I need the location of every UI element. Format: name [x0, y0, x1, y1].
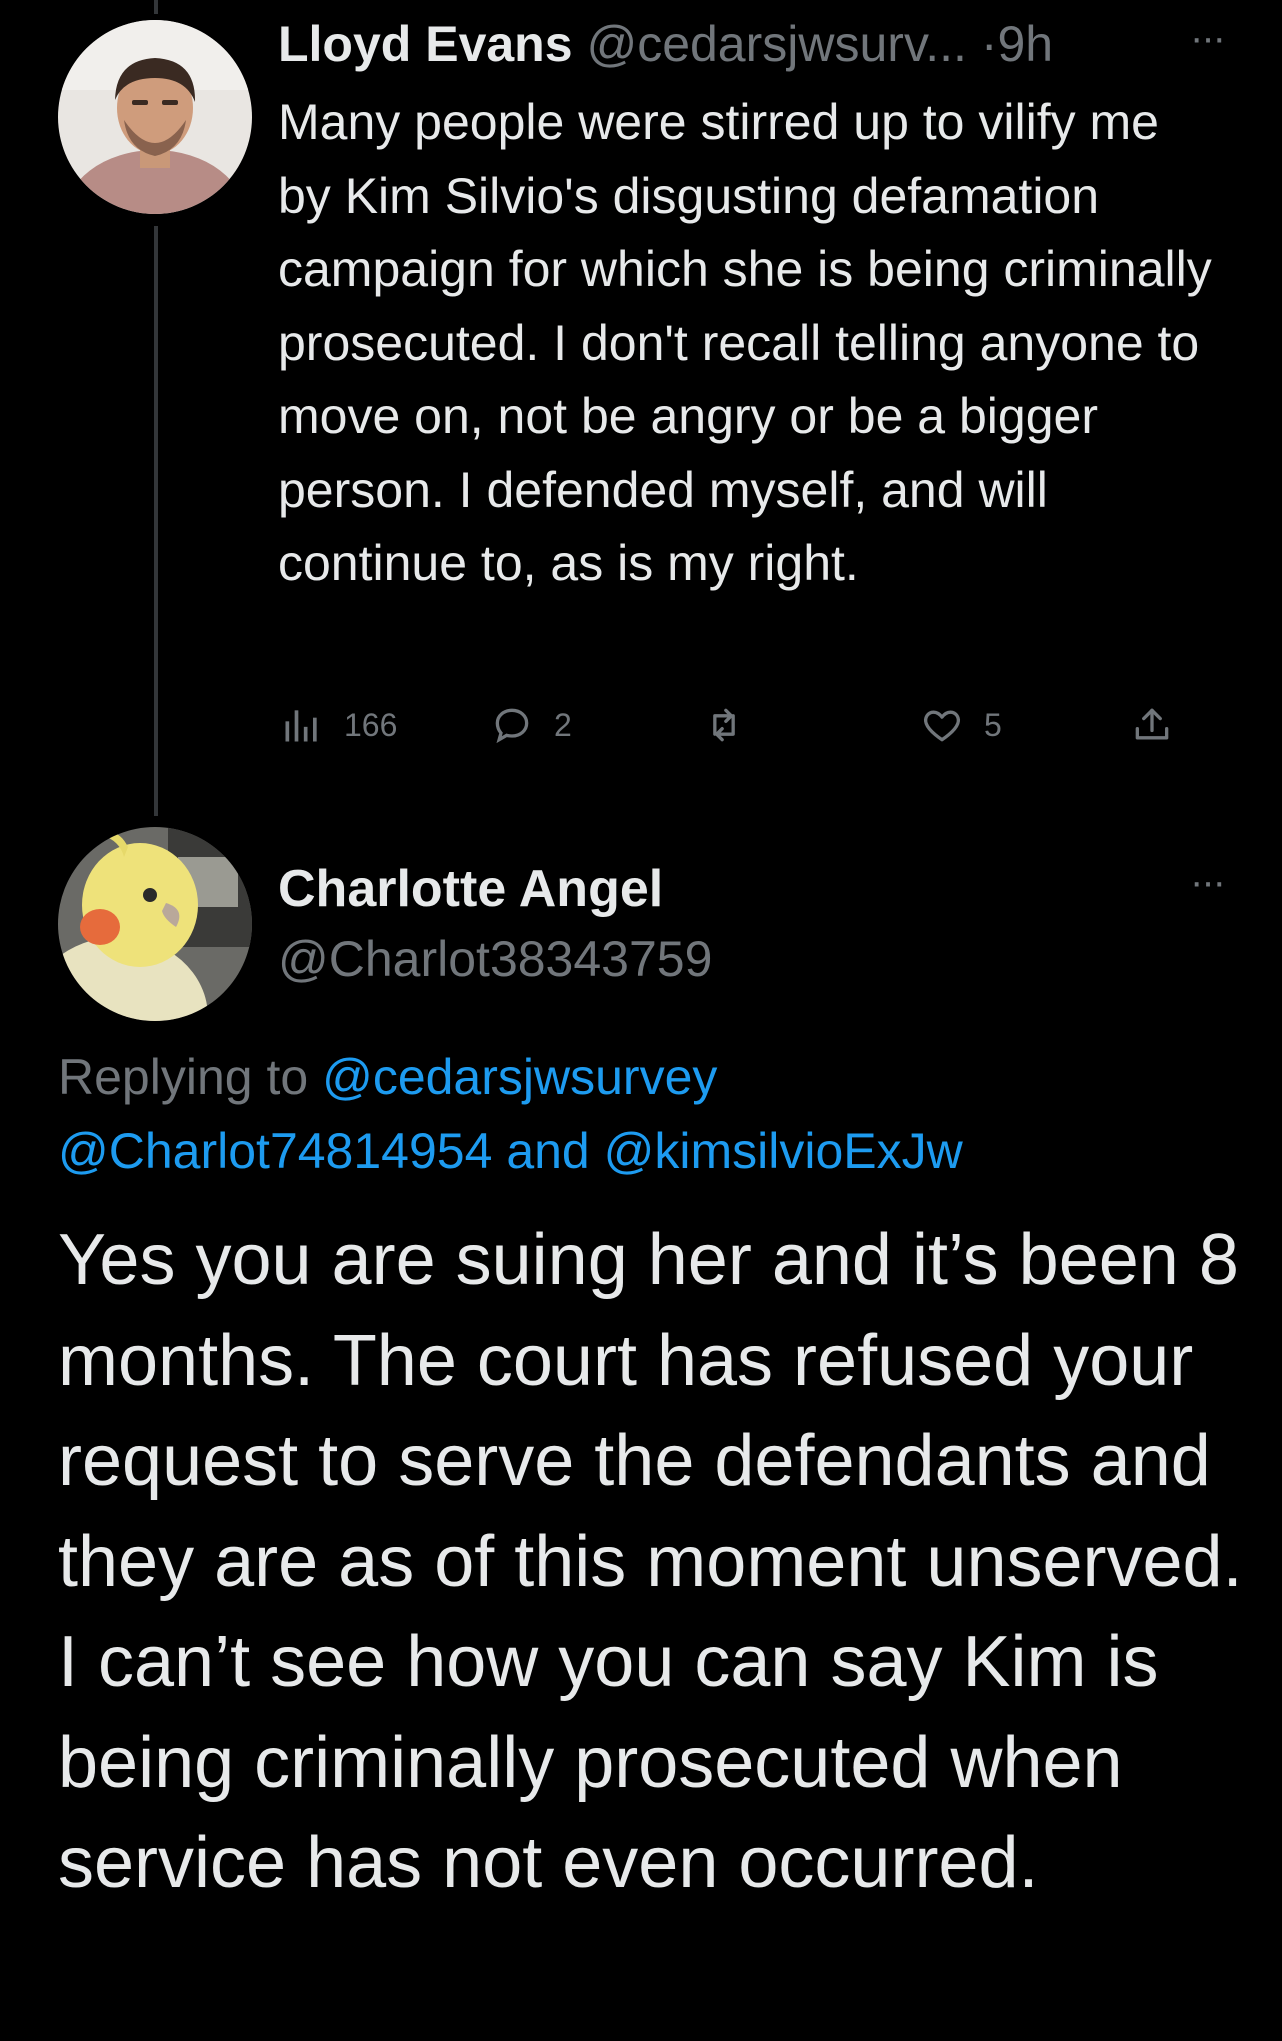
replying-prefix: Replying to [58, 1049, 309, 1105]
thread-line-top [154, 0, 158, 14]
reply-action[interactable]: 2 [490, 690, 572, 760]
tweet1-actions: 166 2 5 [278, 690, 1198, 760]
share-icon [1135, 708, 1169, 740]
views-count: 166 [344, 706, 398, 743]
thread-line [154, 226, 158, 816]
more-icon[interactable]: ··· [1190, 16, 1226, 61]
views-icon [285, 710, 317, 742]
time-separator: · [980, 16, 998, 72]
avatar-charlotte-angel[interactable] [58, 827, 252, 1021]
tweet2-text: Yes you are suing her and it’s been 8 mo… [58, 1220, 1243, 1903]
author-name[interactable]: Charlotte Angel [278, 858, 663, 920]
author-name[interactable]: Lloyd Evans [278, 16, 573, 72]
author-handle[interactable]: @Charlot38343759 [278, 928, 712, 990]
like-icon [924, 710, 960, 742]
more-icon[interactable]: ··· [1190, 860, 1226, 905]
tweet1-text: Many people were stirred up to vilify me… [278, 94, 1212, 591]
avatar-lloyd-evans[interactable] [58, 20, 252, 214]
reply-count: 2 [554, 706, 572, 743]
reply-handle-link[interactable]: @kimsilvioExJw [604, 1123, 963, 1179]
views-action[interactable]: 166 [280, 690, 397, 760]
replying-and: and [506, 1123, 590, 1179]
reply-icon [495, 708, 529, 744]
tweet1-header: Lloyd Evans @cedarsjwsurv... ·9h [278, 14, 1222, 74]
replying-to: Replying to @cedarsjwsurvey @Charlot7481… [58, 1040, 1228, 1188]
tweet-time[interactable]: 9h [997, 16, 1053, 72]
like-action[interactable]: 5 [920, 690, 1002, 760]
retweet-action[interactable] [702, 690, 766, 760]
share-action[interactable] [1130, 690, 1194, 760]
like-count: 5 [984, 706, 1002, 743]
reply-handle-link[interactable]: @cedarsjwsurvey [322, 1049, 717, 1105]
reply-handle-link[interactable]: @Charlot74814954 [58, 1123, 492, 1179]
retweet-icon [713, 708, 735, 742]
author-handle[interactable]: @cedarsjwsurv... [586, 16, 966, 72]
